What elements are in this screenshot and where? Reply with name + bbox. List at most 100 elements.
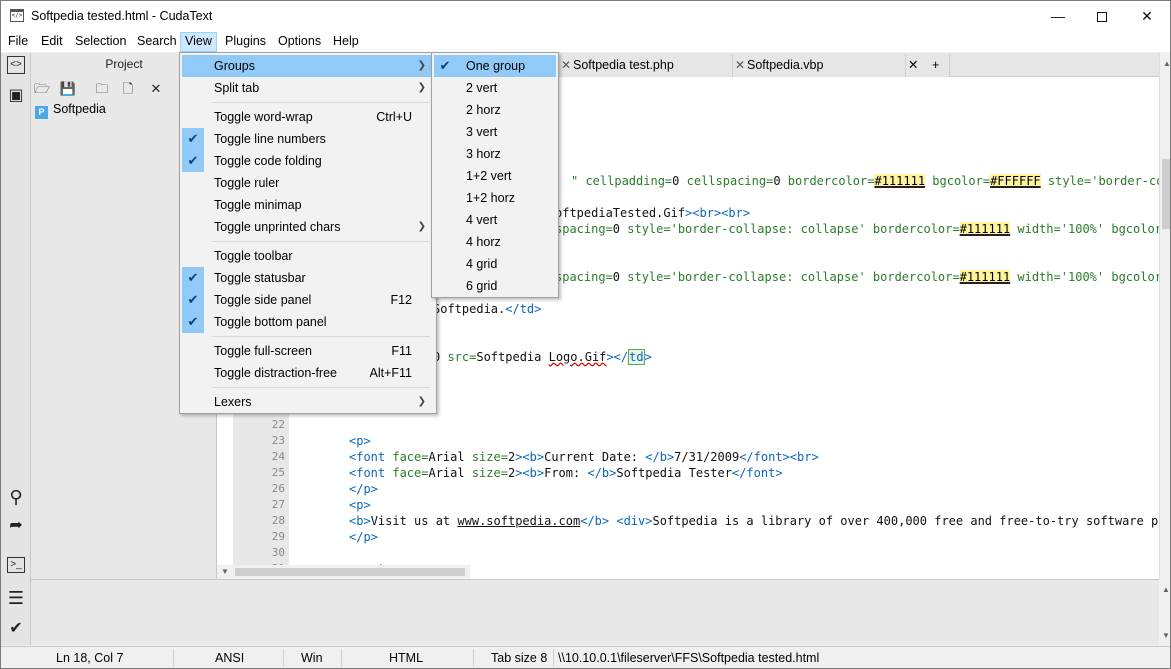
scroll-thumb[interactable] — [235, 568, 465, 576]
line-number: 22 — [271, 418, 285, 431]
code-line: spacing=0 style='border-collapse: collap… — [555, 222, 1159, 236]
menu-help[interactable]: Help — [328, 32, 364, 52]
menu-separator — [212, 102, 430, 103]
menu-item-6-grid[interactable]: 6 grid — [434, 275, 556, 297]
menu-item-toggle-ruler[interactable]: Toggle ruler — [182, 172, 434, 194]
menu-view[interactable]: View — [180, 32, 217, 52]
menu-item-label: 3 vert — [466, 125, 498, 139]
scroll-thumb[interactable] — [1162, 159, 1170, 229]
maximize-button[interactable] — [1079, 1, 1125, 31]
scroll-down-icon[interactable]: ▼ — [1162, 631, 1170, 640]
menu-item-toggle-minimap[interactable]: Toggle minimap — [182, 194, 434, 216]
menu-selection[interactable]: Selection — [70, 32, 131, 52]
remove-icon[interactable]: ✕ — [147, 80, 165, 98]
menu-item-2-horz[interactable]: 2 horz — [434, 99, 556, 121]
search-icon[interactable]: ⚲ — [5, 486, 27, 508]
open-folder-icon[interactable]: 🗁 — [33, 80, 51, 98]
close-button[interactable]: ✕ — [1124, 1, 1170, 31]
maximize-icon — [1097, 12, 1107, 23]
menu-item-toggle-unprinted-chars[interactable]: Toggle unprinted chars ❯ — [182, 216, 434, 238]
line-number: 30 — [271, 546, 285, 559]
validate-check-icon[interactable]: ✔ — [5, 618, 27, 640]
menu-item-label: Toggle distraction-free — [214, 366, 337, 380]
menu-item-label: Toggle toolbar — [214, 249, 293, 263]
menu-item-label: Split tab — [214, 81, 260, 95]
close-tab-icon[interactable]: ✕ — [906, 54, 922, 77]
save-icon[interactable]: 💾 — [59, 80, 77, 98]
code-line: Softpedia.</td> — [433, 302, 542, 316]
window-title: Softpedia tested.html - CudaText — [31, 9, 213, 23]
status-line-ending[interactable]: Win — [301, 651, 323, 665]
menu-options[interactable]: Options — [273, 32, 326, 52]
menu-item-split-tab[interactable]: Split tab ❯ — [182, 77, 434, 99]
project-item-label: Softpedia — [53, 102, 106, 116]
menu-item-toggle-line-numbers[interactable]: ✔ Toggle line numbers — [182, 128, 434, 150]
code-line: <p> — [349, 434, 371, 448]
menu-item-toggle-statusbar[interactable]: ✔ Toggle statusbar — [182, 267, 434, 289]
code-line: </p> — [349, 482, 378, 496]
new-folder-icon[interactable]: 🗀 — [93, 80, 111, 98]
menu-item-toggle-toolbar[interactable]: Toggle toolbar — [182, 245, 434, 267]
menu-item-toggle-distraction-free[interactable]: Toggle distraction-free Alt+F11 — [182, 362, 434, 384]
tab-softpedia-test-php[interactable]: ✕ Softpedia test.php — [559, 54, 733, 77]
menu-item-3-vert[interactable]: 3 vert — [434, 121, 556, 143]
menu-item-toggle-side-panel[interactable]: ✔ Toggle side panel F12 — [182, 289, 434, 311]
console-icon[interactable]: >_ — [7, 557, 25, 573]
scroll-down-icon[interactable]: ▼ — [221, 567, 229, 576]
status-separator — [341, 649, 342, 667]
menu-search[interactable]: Search — [132, 32, 182, 52]
scroll-up-icon[interactable]: ▲ — [1162, 585, 1170, 594]
menu-item-lexers[interactable]: Lexers ❯ — [182, 391, 434, 413]
close-tab-icon[interactable]: ✕ — [735, 54, 745, 76]
menu-item-label: Toggle minimap — [214, 198, 302, 212]
status-tab-size[interactable]: Tab size 8 — [491, 651, 547, 665]
editor-vertical-scrollbar[interactable]: ▲ — [1159, 53, 1170, 579]
menu-item-groups[interactable]: Groups ❯ — [182, 55, 434, 77]
status-position[interactable]: Ln 18, Col 7 — [56, 651, 123, 665]
status-separator — [473, 649, 474, 667]
code-tree-icon[interactable]: <> — [7, 56, 25, 74]
menu-item-2-vert[interactable]: 2 vert — [434, 77, 556, 99]
new-file-icon[interactable]: 🗋 — [119, 80, 137, 98]
menu-item-1-2-horz[interactable]: 1+2 horz — [434, 187, 556, 209]
menu-file[interactable]: File — [3, 32, 33, 52]
code-line: spacing=0 style='border-collapse: collap… — [555, 270, 1159, 284]
new-tab-button[interactable]: + — [922, 54, 950, 77]
menu-plugins[interactable]: Plugins — [220, 32, 271, 52]
menu-item-4-horz[interactable]: 4 horz — [434, 231, 556, 253]
project-box-icon[interactable]: ▣ — [5, 85, 27, 107]
menu-edit[interactable]: Edit — [36, 32, 68, 52]
status-lexer[interactable]: HTML — [389, 651, 423, 665]
line-number: 23 — [271, 434, 285, 447]
menu-item-toggle-word-wrap[interactable]: Toggle word-wrap Ctrl+U — [182, 106, 434, 128]
output-list-icon[interactable]: ☰ — [5, 587, 27, 609]
title-bar: </> Softpedia tested.html - CudaText — ✕ — [1, 1, 1170, 31]
tab-softpedia-vbp[interactable]: ✕ Softpedia.vbp — [733, 54, 906, 77]
menu-item-label: 2 vert — [466, 81, 498, 95]
menu-item-toggle-bottom-panel[interactable]: ✔ Toggle bottom panel — [182, 311, 434, 333]
minimize-button[interactable]: — — [1035, 1, 1081, 31]
menu-item-1-2-vert[interactable]: 1+2 vert — [434, 165, 556, 187]
editor-horizontal-scrollbar[interactable]: ▼ — [217, 565, 470, 579]
scroll-up-icon[interactable]: ▲ — [1163, 59, 1170, 68]
goto-arrow-icon[interactable]: ➦ — [5, 515, 27, 537]
menu-item-shortcut: F12 — [390, 293, 412, 307]
menu-item-3-horz[interactable]: 3 horz — [434, 143, 556, 165]
close-tab-icon[interactable]: ✕ — [561, 54, 571, 76]
menu-item-4-grid[interactable]: 4 grid — [434, 253, 556, 275]
project-tree-item[interactable]: P Softpedia — [35, 101, 106, 119]
side-icon-bar: <> ▣ ⚲ ➦ >_ ☰ ✔ — [1, 53, 31, 645]
menu-item-label: Toggle ruler — [214, 176, 280, 190]
menu-item-one-group[interactable]: ✔ One group — [434, 55, 556, 77]
menu-item-label: Toggle line numbers — [214, 132, 326, 146]
bottom-panel-scrollbar[interactable]: ▲ ▼ — [1159, 579, 1170, 645]
menu-item-label: 1+2 horz — [466, 191, 515, 205]
code-line: <font face=Arial size=2><b>From: </b>Sof… — [349, 466, 783, 480]
line-number: 29 — [271, 530, 285, 543]
app-icon: </> — [10, 9, 24, 22]
menu-item-4-vert[interactable]: 4 vert — [434, 209, 556, 231]
status-separator — [553, 649, 554, 667]
menu-item-toggle-full-screen[interactable]: Toggle full-screen F11 — [182, 340, 434, 362]
status-encoding[interactable]: ANSI — [215, 651, 244, 665]
menu-item-toggle-code-folding[interactable]: ✔ Toggle code folding — [182, 150, 434, 172]
